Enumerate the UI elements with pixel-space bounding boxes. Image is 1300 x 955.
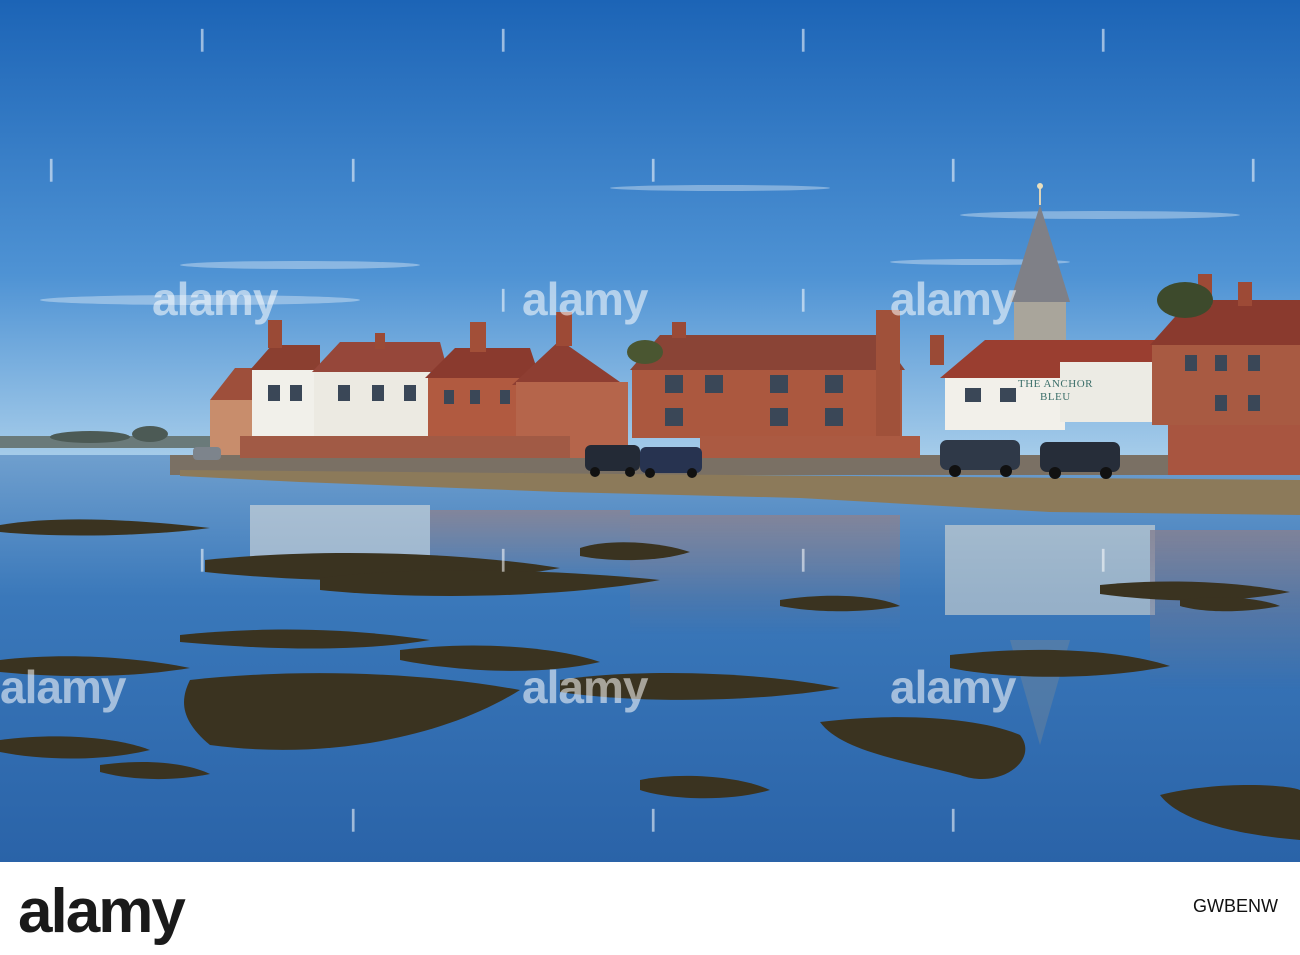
watermark-logo: alamy	[890, 273, 1016, 325]
watermark-tick: ❘	[494, 286, 512, 311]
watermark-tick: ❘	[494, 26, 512, 51]
watermark-tick: ❘	[344, 156, 362, 181]
watermark-tick: ❘	[42, 156, 60, 181]
watermark-tick: ❘	[193, 546, 211, 571]
stock-footer: alamy GWBENW	[0, 862, 1300, 955]
watermark-logo: alamy	[890, 661, 1016, 713]
watermark-tick: ❘	[944, 156, 962, 181]
footer-logo: alamy	[18, 877, 186, 946]
pub-sign-line2: BLEU	[1040, 391, 1071, 403]
watermark-tick: ❘	[944, 806, 962, 831]
watermark-tick: ❘	[344, 806, 362, 831]
watermark-logo: alamy	[522, 273, 648, 325]
watermark-tick: ❘	[193, 26, 211, 51]
pub-sign-line1: THE ANCHOR	[1018, 378, 1093, 390]
watermark-tick: ❘	[1094, 26, 1112, 51]
watermark-logo: alamy	[0, 661, 126, 713]
photo-frame: THE ANCHOR BLEU alamy alamy alamy alamy …	[0, 0, 1300, 955]
watermark-tick: ❘	[794, 26, 812, 51]
watermark-tick: ❘	[794, 546, 812, 571]
watermark-logo: alamy	[152, 273, 278, 325]
watermark-tick: ❘	[1094, 546, 1112, 571]
watermark-tick: ❘	[494, 546, 512, 571]
watermark-logo: alamy	[522, 661, 648, 713]
image-id: GWBENW	[1193, 896, 1278, 916]
watermark-tick: ❘	[794, 286, 812, 311]
harbour-photo: THE ANCHOR BLEU alamy alamy alamy alamy …	[0, 0, 1300, 862]
harbour-scene-drawing: THE ANCHOR BLEU	[0, 0, 1300, 862]
watermark-tick: ❘	[1244, 156, 1262, 181]
watermark-tick: ❘	[644, 806, 662, 831]
watermark-tick: ❘	[644, 156, 662, 181]
